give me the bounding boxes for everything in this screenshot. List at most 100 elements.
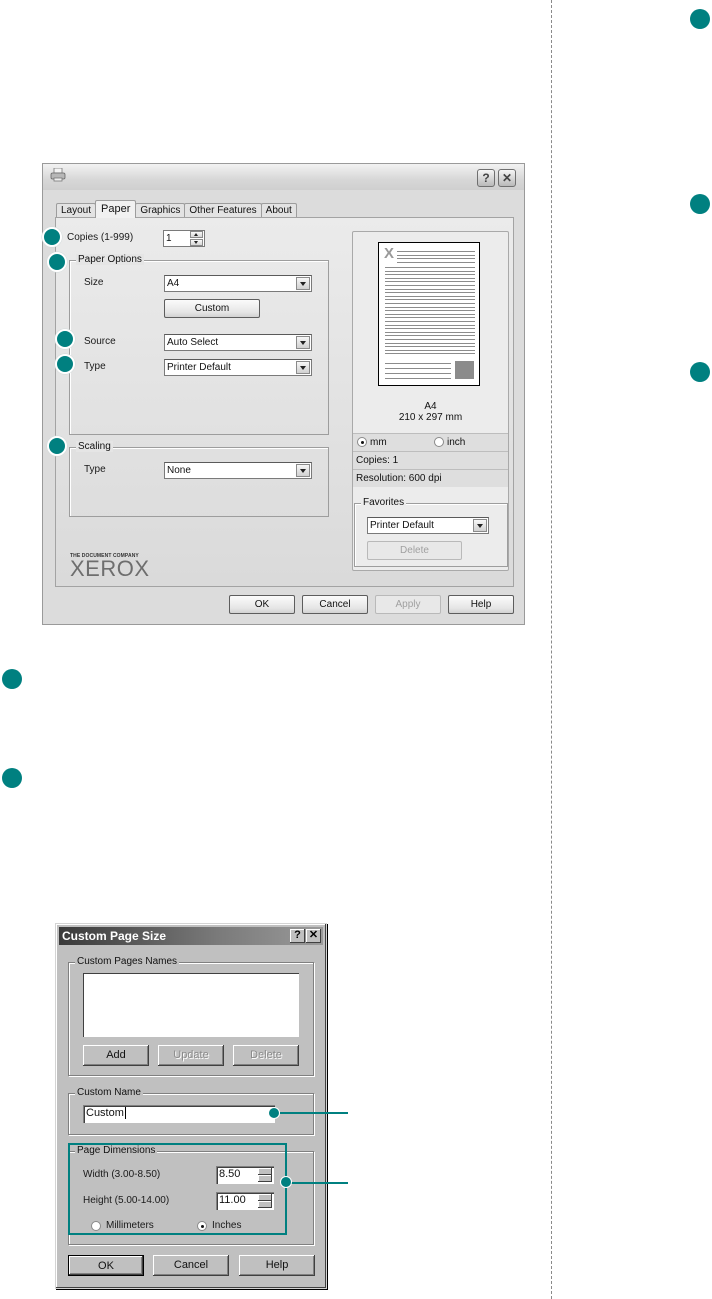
ok-button[interactable]: OK xyxy=(68,1255,144,1276)
size-label: Size xyxy=(84,277,104,288)
unit-mm-label: mm xyxy=(370,437,387,448)
scaling-legend: Scaling xyxy=(76,441,113,452)
tab-other-features[interactable]: Other Features xyxy=(184,203,262,218)
help-button[interactable]: Help xyxy=(239,1255,315,1276)
text-line xyxy=(385,328,475,330)
unit-inch-radio[interactable] xyxy=(434,437,444,447)
paper-options-group: Paper Options Size A4 Custom Source Auto… xyxy=(69,254,329,435)
custom-button[interactable]: Custom xyxy=(164,299,260,318)
text-line xyxy=(385,346,475,348)
favorites-value: Printer Default xyxy=(370,520,434,531)
tab-about[interactable]: About xyxy=(260,203,297,218)
update-button[interactable]: Update xyxy=(158,1045,224,1066)
paper-dimensions: 210 x 297 mm xyxy=(398,412,463,423)
title-bar: ? ✕ xyxy=(43,164,524,190)
spin-down-button[interactable] xyxy=(190,239,203,246)
step-bullet-1 xyxy=(690,9,710,29)
text-line xyxy=(385,285,475,286)
text-line xyxy=(385,299,475,301)
text-line xyxy=(385,353,475,355)
favorites-group: Favorites Printer Default Delete xyxy=(354,497,508,567)
page-preview-thumbnail: X xyxy=(378,242,480,386)
callout-dot-page-dimensions xyxy=(280,1176,292,1188)
delete-button[interactable]: Delete xyxy=(233,1045,299,1066)
text-line xyxy=(385,339,475,340)
chevron-down-icon[interactable] xyxy=(296,336,310,349)
source-label: Source xyxy=(84,336,116,347)
printer-properties-window: ? ✕ Layout Paper Graphics Other Features… xyxy=(42,163,525,625)
paper-type-value: Printer Default xyxy=(167,362,231,373)
chevron-down-icon[interactable] xyxy=(296,361,310,374)
close-title-button[interactable]: ✕ xyxy=(498,169,516,187)
scaling-group: Scaling Type None xyxy=(69,441,329,517)
source-value: Auto Select xyxy=(167,337,219,348)
column-divider xyxy=(551,0,552,1299)
text-line xyxy=(385,303,475,304)
copies-info: Copies: 1 xyxy=(353,451,508,469)
text-line xyxy=(385,349,475,351)
paper-name: A4 xyxy=(424,401,437,412)
text-line xyxy=(385,321,475,322)
step-bullet-3 xyxy=(690,362,710,382)
custom-pages-names-legend: Custom Pages Names xyxy=(75,956,180,967)
text-line xyxy=(385,335,475,337)
copies-label: Copies (1-999) xyxy=(67,232,134,243)
window-title: Custom Page Size xyxy=(62,929,167,943)
title-bar: Custom Page Size ? ✕ xyxy=(59,927,323,945)
tab-graphics[interactable]: Graphics xyxy=(135,203,186,218)
step-bullet-2 xyxy=(690,194,710,214)
copies-value: 1 xyxy=(166,233,172,244)
text-line xyxy=(385,342,475,344)
text-line xyxy=(385,373,451,374)
close-title-button[interactable]: ✕ xyxy=(306,929,321,943)
xerox-logo: THE DOCUMENT COMPANY XEROX xyxy=(70,553,150,580)
paper-type-select[interactable]: Printer Default xyxy=(164,359,312,376)
text-line xyxy=(385,313,475,315)
favorites-legend: Favorites xyxy=(361,497,407,508)
custom-name-input[interactable]: Custom xyxy=(83,1105,275,1123)
tab-paper[interactable]: Paper xyxy=(95,200,137,218)
text-line xyxy=(385,277,475,279)
callout-dot-custom-name xyxy=(268,1107,280,1119)
help-button[interactable]: Help xyxy=(448,595,514,614)
help-title-button[interactable]: ? xyxy=(477,169,495,187)
unit-mm-radio[interactable] xyxy=(357,437,367,447)
callout-scaling xyxy=(47,436,67,456)
custom-pages-names-group: Custom Pages Names Add Update Delete xyxy=(68,956,314,1076)
spin-up-button[interactable] xyxy=(190,231,203,238)
custom-name-legend: Custom Name xyxy=(75,1087,143,1098)
tab-layout[interactable]: Layout xyxy=(56,203,97,218)
ok-button[interactable]: OK xyxy=(229,595,295,614)
paper-preview-panel: X A4 210 x 297 mm mm inch Copies: 1 Reso… xyxy=(352,231,509,571)
paper-tab-panel: Copies (1-999) 1 Paper Options Size A4 C… xyxy=(55,217,514,587)
page-dimensions-highlight xyxy=(68,1143,287,1235)
text-line xyxy=(385,310,475,312)
size-select[interactable]: A4 xyxy=(164,275,312,292)
chevron-down-icon[interactable] xyxy=(296,277,310,290)
text-line xyxy=(385,267,475,268)
text-cursor xyxy=(124,1107,126,1119)
copies-spinner[interactable]: 1 xyxy=(163,230,205,247)
unit-row: mm inch xyxy=(353,433,508,451)
cancel-button[interactable]: Cancel xyxy=(153,1255,229,1276)
scaling-type-select[interactable]: None xyxy=(164,462,312,479)
size-value: A4 xyxy=(167,278,180,289)
apply-button[interactable]: Apply xyxy=(375,595,441,614)
favorites-select[interactable]: Printer Default xyxy=(367,517,489,534)
tab-strip: Layout Paper Graphics Other Features Abo… xyxy=(56,200,297,218)
chevron-down-icon[interactable] xyxy=(473,519,487,532)
delete-favorite-button[interactable]: Delete xyxy=(367,541,462,560)
add-button[interactable]: Add xyxy=(83,1045,149,1066)
chevron-down-icon[interactable] xyxy=(296,464,310,477)
printer-icon xyxy=(50,168,66,182)
custom-pages-list[interactable] xyxy=(83,973,299,1037)
image-block-icon xyxy=(455,361,474,379)
resolution-info: Resolution: 600 dpi xyxy=(353,469,508,487)
callout-copies xyxy=(42,227,62,247)
text-line xyxy=(385,270,475,272)
source-select[interactable]: Auto Select xyxy=(164,334,312,351)
step-bullet-4 xyxy=(2,669,22,689)
callout-paper-options xyxy=(47,252,67,272)
cancel-button[interactable]: Cancel xyxy=(302,595,368,614)
help-title-button[interactable]: ? xyxy=(290,929,305,943)
